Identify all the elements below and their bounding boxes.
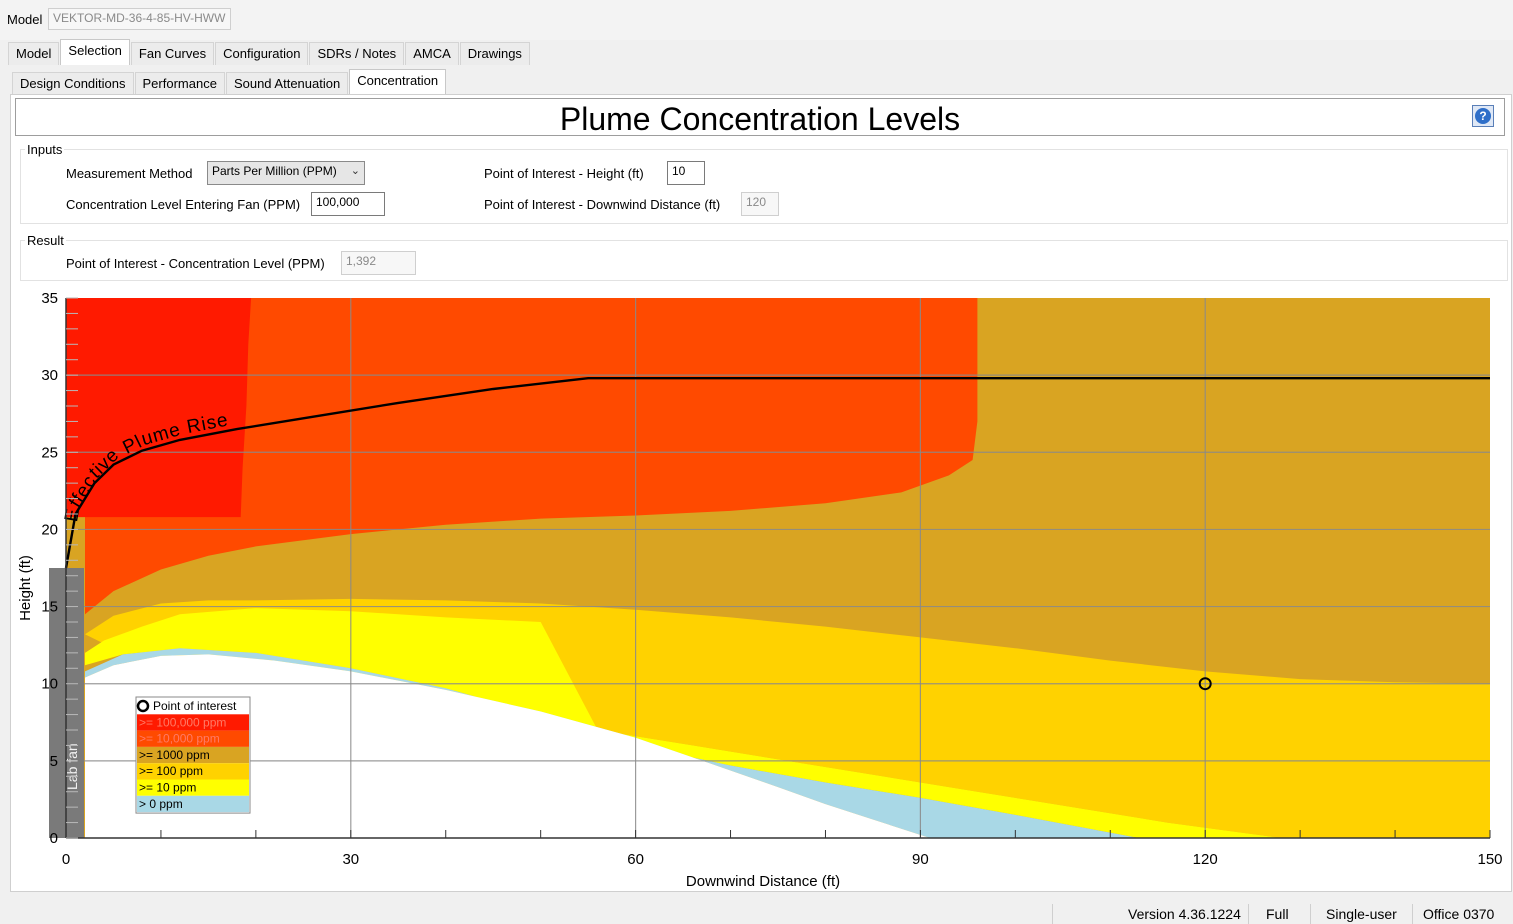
tab-model[interactable]: Model — [8, 42, 60, 65]
status-edition: Full — [1266, 906, 1289, 922]
measurement-method-select[interactable]: Parts Per Million (PPM) ⌄ — [207, 161, 365, 185]
poi-conc-field: 1,392 — [341, 251, 416, 275]
poi-height-label: Point of Interest - Height (ft) — [484, 166, 644, 181]
poi-distance-label: Point of Interest - Downwind Distance (f… — [484, 197, 721, 212]
conc-entering-input[interactable]: 100,000 — [311, 192, 385, 216]
model-field: VEKTOR-MD-36-4-85-HV-HWW — [48, 8, 231, 30]
page-title: Plume Concentration Levels — [559, 101, 961, 137]
status-office: Office 0370 — [1423, 906, 1495, 922]
model-label: Model — [7, 12, 43, 27]
chevron-down-icon: ⌄ — [350, 165, 360, 177]
poi-conc-label: Point of Interest - Concentration Level … — [66, 256, 325, 271]
tab-selection[interactable]: Selection — [60, 39, 130, 65]
subtab-sound-attenuation[interactable]: Sound Attenuation — [225, 72, 349, 95]
status-version: Version 4.36.1224 — [1128, 906, 1241, 922]
subtab-design-conditions[interactable]: Design Conditions — [12, 72, 134, 95]
tab-amca[interactable]: AMCA — [405, 42, 459, 65]
help-button[interactable]: ? — [1472, 105, 1494, 127]
tab-sdrs-notes[interactable]: SDRs / Notes — [309, 42, 405, 65]
tab-fan-curves[interactable]: Fan Curves — [130, 42, 215, 65]
subtab-concentration[interactable]: Concentration — [349, 69, 447, 95]
subtab-performance[interactable]: Performance — [134, 72, 225, 95]
tab-configuration[interactable]: Configuration — [215, 42, 309, 65]
poi-distance-input[interactable]: 120 — [741, 192, 779, 216]
conc-entering-label: Concentration Level Entering Fan (PPM) — [66, 197, 301, 212]
tab-drawings[interactable]: Drawings — [459, 42, 530, 65]
main-tab-bar: Model Selection Fan Curves Configuration SDR… — [8, 39, 531, 68]
title-bar: Plume Concentration Levels ? — [15, 98, 1505, 137]
result-group-label: Result — [25, 233, 66, 248]
status-license: Single-user — [1326, 906, 1397, 922]
inputs-group-label: Inputs — [25, 142, 65, 157]
help-icon: ? — [1475, 108, 1491, 124]
poi-height-input[interactable]: 10 — [667, 161, 705, 185]
measurement-method-label: Measurement Method — [66, 166, 193, 181]
measurement-method-value: Parts Per Million (PPM) — [212, 164, 337, 178]
